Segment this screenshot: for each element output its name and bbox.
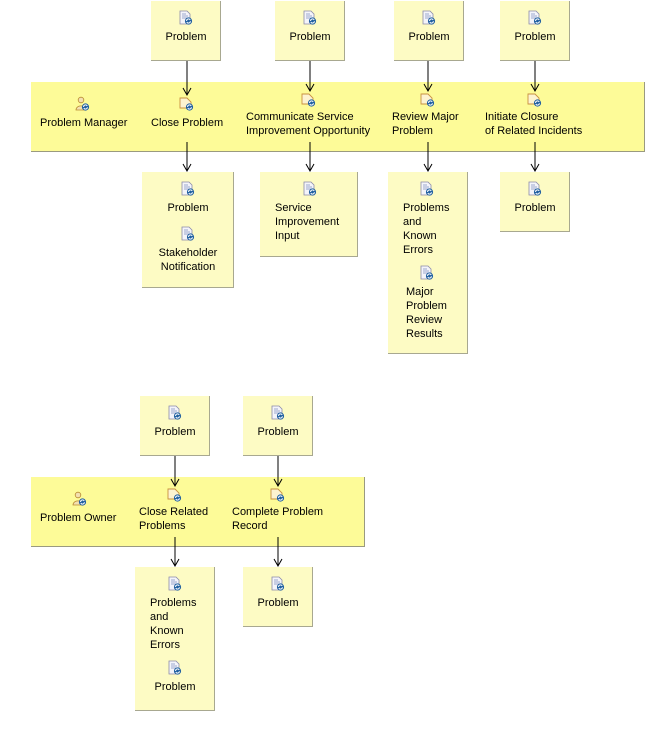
arrowhead-icon [273,558,283,568]
task-close-related-problems[interactable]: Close Related Problems [139,487,208,533]
arrowhead-icon [530,163,540,173]
input-artifact-complete-problem-record[interactable]: Problem [243,396,313,456]
artifact-label: Problem [514,31,556,43]
task-review-major-problem[interactable]: Review Major Problem [392,92,459,138]
role-label: Problem Manager [40,117,128,129]
input-artifact-communicate-service[interactable]: Problem [275,1,345,61]
output-artifact-close-related-problems[interactable]: Problems and Known Errors Problem [135,567,215,711]
role-problem-owner[interactable]: Problem Owner [40,491,120,525]
work-product-icon [419,265,435,281]
artifact-label: Problem [257,597,299,609]
arrowhead-icon [182,163,192,173]
input-artifact-initiate-closure[interactable]: Problem [500,1,570,61]
role-label: Problem Owner [40,512,117,524]
input-artifact-close-related-problems[interactable]: Problem [140,396,210,456]
artifact-label: Problem [408,31,450,43]
artifact-label: Problem [289,31,331,43]
artifact-label: Problem [165,31,207,43]
work-product-icon [527,181,543,197]
task-icon [301,92,317,108]
work-product-icon [419,181,435,197]
artifact-label: Problem [257,426,299,438]
task-initiate-closure[interactable]: Initiate Closure of Related Incidents [485,92,582,138]
output-artifact-initiate-closure[interactable]: Problem [500,172,570,232]
work-product-icon [302,10,318,26]
task-complete-problem-record[interactable]: Complete Problem Record [232,487,323,533]
work-product-icon [167,576,183,592]
work-product-icon [527,10,543,26]
artifact-label: Problem [514,202,556,214]
artifact-label: Stakeholder Notification [158,247,218,273]
artifact-label: Major Problem Review Results [406,286,447,340]
artifact-label: Problem [167,202,209,214]
artifact-label: Service Improvement Input [275,202,340,242]
role-icon [75,96,91,112]
output-artifact-communicate-service[interactable]: Service Improvement Input [260,172,358,257]
arrowhead-icon [305,163,315,173]
artifact-label: Problem [154,426,196,438]
task-icon [270,487,286,503]
work-product-icon [302,181,318,197]
input-artifact-review-major[interactable]: Problem [394,1,464,61]
work-product-icon [180,181,196,197]
task-icon [167,487,183,503]
output-artifact-review-major[interactable]: Problems and Known Errors Major Problem … [388,172,468,354]
arrowhead-icon [423,163,433,173]
role-problem-manager[interactable]: Problem Manager [40,96,130,130]
work-product-icon [180,226,196,242]
task-communicate-service-improvement[interactable]: Communicate Service Improvement Opportun… [246,92,370,138]
task-icon [527,92,543,108]
work-product-icon [270,576,286,592]
artifact-label: Problems and Known Errors [150,597,197,651]
work-product-icon [178,10,194,26]
work-product-icon [270,405,286,421]
work-product-icon [167,405,183,421]
output-artifact-complete-problem-record[interactable]: Problem [243,567,313,627]
work-product-icon [167,660,183,676]
task-close-problem[interactable]: Close Problem [151,96,223,130]
work-product-icon [421,10,437,26]
artifact-label: Problem [154,681,196,693]
task-icon [179,96,195,112]
output-artifact-close-problem[interactable]: Problem Stakeholder Notification [142,172,234,288]
role-icon [72,491,88,507]
input-artifact-close-problem[interactable]: Problem [151,1,221,61]
arrowhead-icon [170,558,180,568]
artifact-label: Problems and Known Errors [403,202,450,256]
task-icon [420,92,436,108]
